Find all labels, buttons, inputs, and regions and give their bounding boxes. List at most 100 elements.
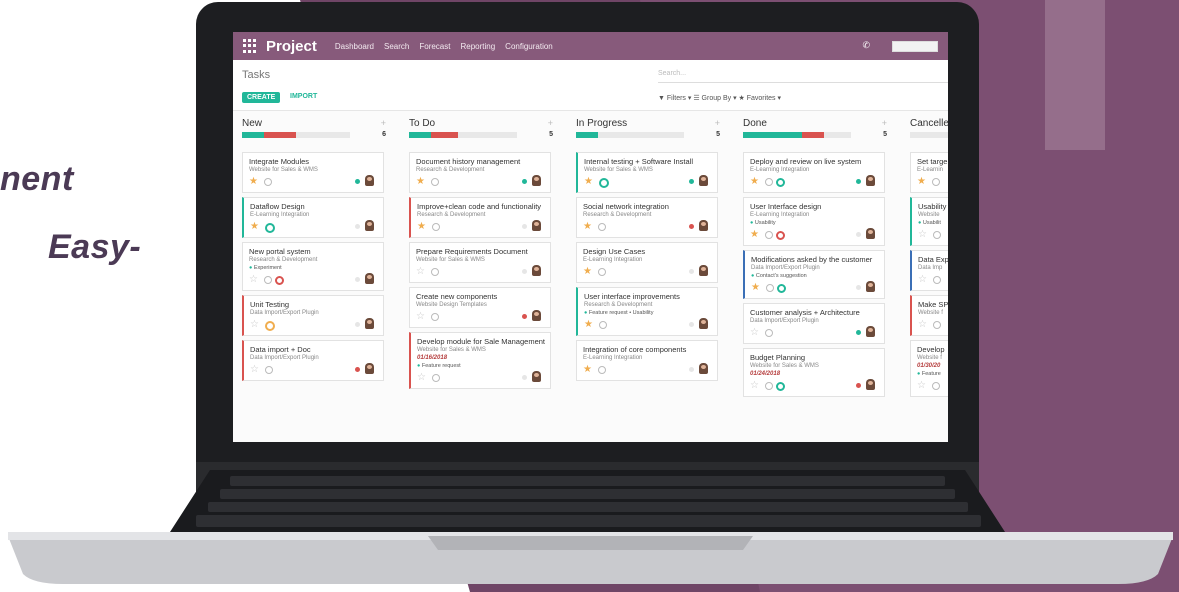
kanban-card[interactable]: Data import + Doc Data Import/Export Plug… — [242, 340, 384, 381]
kanban-card[interactable]: Develop Website f 01/30/20 ● Feature ☆ — [910, 340, 948, 397]
column-progress-bar[interactable] — [743, 132, 851, 138]
priority-star-icon[interactable]: ☆ — [416, 311, 425, 322]
kanban-state-icon[interactable] — [355, 367, 360, 372]
kanban-card[interactable]: Modifications asked by the customer Data … — [743, 250, 885, 299]
kanban-card[interactable]: Create new components Website Design Temp… — [409, 287, 551, 328]
apps-grid-icon[interactable] — [243, 39, 257, 53]
menu-configuration[interactable]: Configuration — [505, 42, 553, 51]
activity-clock-icon[interactable] — [765, 329, 773, 337]
kanban-state-icon[interactable] — [856, 330, 861, 335]
import-button[interactable]: IMPORT — [290, 93, 317, 100]
activity-status-icon[interactable] — [777, 284, 786, 293]
user-menu[interactable] — [892, 41, 938, 52]
priority-star-icon[interactable]: ★ — [583, 364, 592, 375]
priority-star-icon[interactable]: ☆ — [750, 327, 759, 338]
menu-dashboard[interactable]: Dashboard — [335, 42, 374, 51]
kanban-card[interactable]: Data Exp Data Imp ☆ — [910, 250, 948, 291]
filters-bar[interactable]: ▼ Filters ▾ ☰ Group By ▾ ★ Favorites ▾ — [658, 94, 781, 102]
activity-clock-icon[interactable] — [431, 178, 439, 186]
activity-status-icon[interactable] — [776, 231, 785, 240]
column-progress-bar[interactable] — [910, 132, 948, 138]
kanban-state-icon[interactable] — [689, 224, 694, 229]
priority-star-icon[interactable]: ★ — [750, 176, 759, 187]
activity-clock-icon[interactable] — [766, 284, 774, 292]
kanban-card[interactable]: Internal testing + Software Install Websi… — [576, 152, 718, 193]
column-progress-bar[interactable] — [409, 132, 517, 138]
kanban-state-icon[interactable] — [522, 375, 527, 380]
activity-clock-icon[interactable] — [264, 178, 272, 186]
activity-clock-icon[interactable] — [265, 366, 273, 374]
priority-star-icon[interactable]: ☆ — [250, 364, 259, 375]
priority-star-icon[interactable]: ★ — [250, 221, 259, 232]
activity-clock-icon[interactable] — [933, 321, 941, 329]
kanban-state-icon[interactable] — [856, 383, 861, 388]
activity-clock-icon[interactable] — [599, 321, 607, 329]
priority-star-icon[interactable]: ☆ — [750, 380, 759, 391]
kanban-state-icon[interactable] — [689, 179, 694, 184]
priority-star-icon[interactable]: ☆ — [918, 274, 927, 285]
kanban-card[interactable]: Deploy and review on live system E-Learni… — [743, 152, 885, 193]
priority-star-icon[interactable]: ☆ — [250, 319, 259, 330]
priority-star-icon[interactable]: ★ — [751, 282, 760, 293]
priority-star-icon[interactable]: ★ — [583, 266, 592, 277]
priority-star-icon[interactable]: ★ — [584, 176, 593, 187]
priority-star-icon[interactable]: ☆ — [918, 229, 927, 240]
kanban-card[interactable]: Usability Website ● Usabilit ☆ — [910, 197, 948, 246]
kanban-card[interactable]: Make SP Website f ☆ — [910, 295, 948, 336]
activity-clock-icon[interactable] — [431, 268, 439, 276]
priority-star-icon[interactable]: ★ — [917, 176, 926, 187]
kanban-card[interactable]: Dataflow Design E-Learning Integration ★ — [242, 197, 384, 238]
activity-status-icon[interactable] — [776, 178, 785, 187]
kanban-state-icon[interactable] — [689, 322, 694, 327]
create-button[interactable]: CREATE — [242, 92, 281, 103]
add-card-icon[interactable]: + — [548, 118, 553, 128]
kanban-state-icon[interactable] — [856, 179, 861, 184]
kanban-card[interactable]: User interface improvements Research & De… — [576, 287, 718, 336]
priority-star-icon[interactable]: ★ — [417, 221, 426, 232]
kanban-state-icon[interactable] — [522, 314, 527, 319]
kanban-card[interactable]: New portal system Research & Development ●… — [242, 242, 384, 291]
kanban-card[interactable]: Improve+clean code and functionality Rese… — [409, 197, 551, 238]
kanban-card[interactable]: Unit Testing Data Import/Export Plugin ☆ — [242, 295, 384, 336]
kanban-card[interactable]: Develop module for Sale Management Websit… — [409, 332, 551, 389]
activity-clock-icon[interactable] — [265, 223, 275, 233]
priority-star-icon[interactable]: ☆ — [417, 372, 426, 383]
add-card-icon[interactable]: + — [381, 118, 386, 128]
kanban-card[interactable]: Document history management Research & De… — [409, 152, 551, 193]
priority-star-icon[interactable]: ★ — [416, 176, 425, 187]
priority-star-icon[interactable]: ☆ — [249, 274, 258, 285]
activity-clock-icon[interactable] — [765, 231, 773, 239]
activity-clock-icon[interactable] — [431, 313, 439, 321]
kanban-card[interactable]: Design Use Cases E-Learning Integration ★ — [576, 242, 718, 283]
kanban-state-icon[interactable] — [355, 179, 360, 184]
activity-clock-icon[interactable] — [932, 382, 940, 390]
priority-star-icon[interactable]: ☆ — [917, 380, 926, 391]
priority-star-icon[interactable]: ★ — [583, 221, 592, 232]
kanban-card[interactable]: Social network integration Research & Dev… — [576, 197, 718, 238]
kanban-card[interactable]: Customer analysis + Architecture Data Imp… — [743, 303, 885, 344]
kanban-state-icon[interactable] — [522, 224, 527, 229]
kanban-card[interactable]: Integration of core components E-Learning… — [576, 340, 718, 381]
add-card-icon[interactable]: + — [882, 118, 887, 128]
column-progress-bar[interactable] — [576, 132, 684, 138]
add-card-icon[interactable]: + — [715, 118, 720, 128]
kanban-state-icon[interactable] — [856, 232, 861, 237]
kanban-state-icon[interactable] — [522, 179, 527, 184]
activity-clock-icon[interactable] — [765, 382, 773, 390]
priority-star-icon[interactable]: ★ — [584, 319, 593, 330]
activity-clock-icon[interactable] — [933, 276, 941, 284]
phone-icon[interactable]: ✆ — [862, 40, 870, 51]
kanban-card[interactable]: Integrate Modules Website for Sales & WMS… — [242, 152, 384, 193]
priority-star-icon[interactable]: ★ — [249, 176, 258, 187]
activity-status-icon[interactable] — [776, 382, 785, 391]
menu-forecast[interactable]: Forecast — [419, 42, 450, 51]
priority-star-icon[interactable]: ☆ — [918, 319, 927, 330]
kanban-card[interactable]: Set targe E-Learnin ★ — [910, 152, 948, 193]
priority-star-icon[interactable]: ☆ — [416, 266, 425, 277]
kanban-card[interactable]: Budget Planning Website for Sales & WMS 01… — [743, 348, 885, 397]
activity-clock-icon[interactable] — [933, 231, 941, 239]
activity-clock-icon[interactable] — [932, 178, 940, 186]
kanban-state-icon[interactable] — [689, 269, 694, 274]
menu-reporting[interactable]: Reporting — [460, 42, 495, 51]
activity-status-icon[interactable] — [275, 276, 284, 285]
